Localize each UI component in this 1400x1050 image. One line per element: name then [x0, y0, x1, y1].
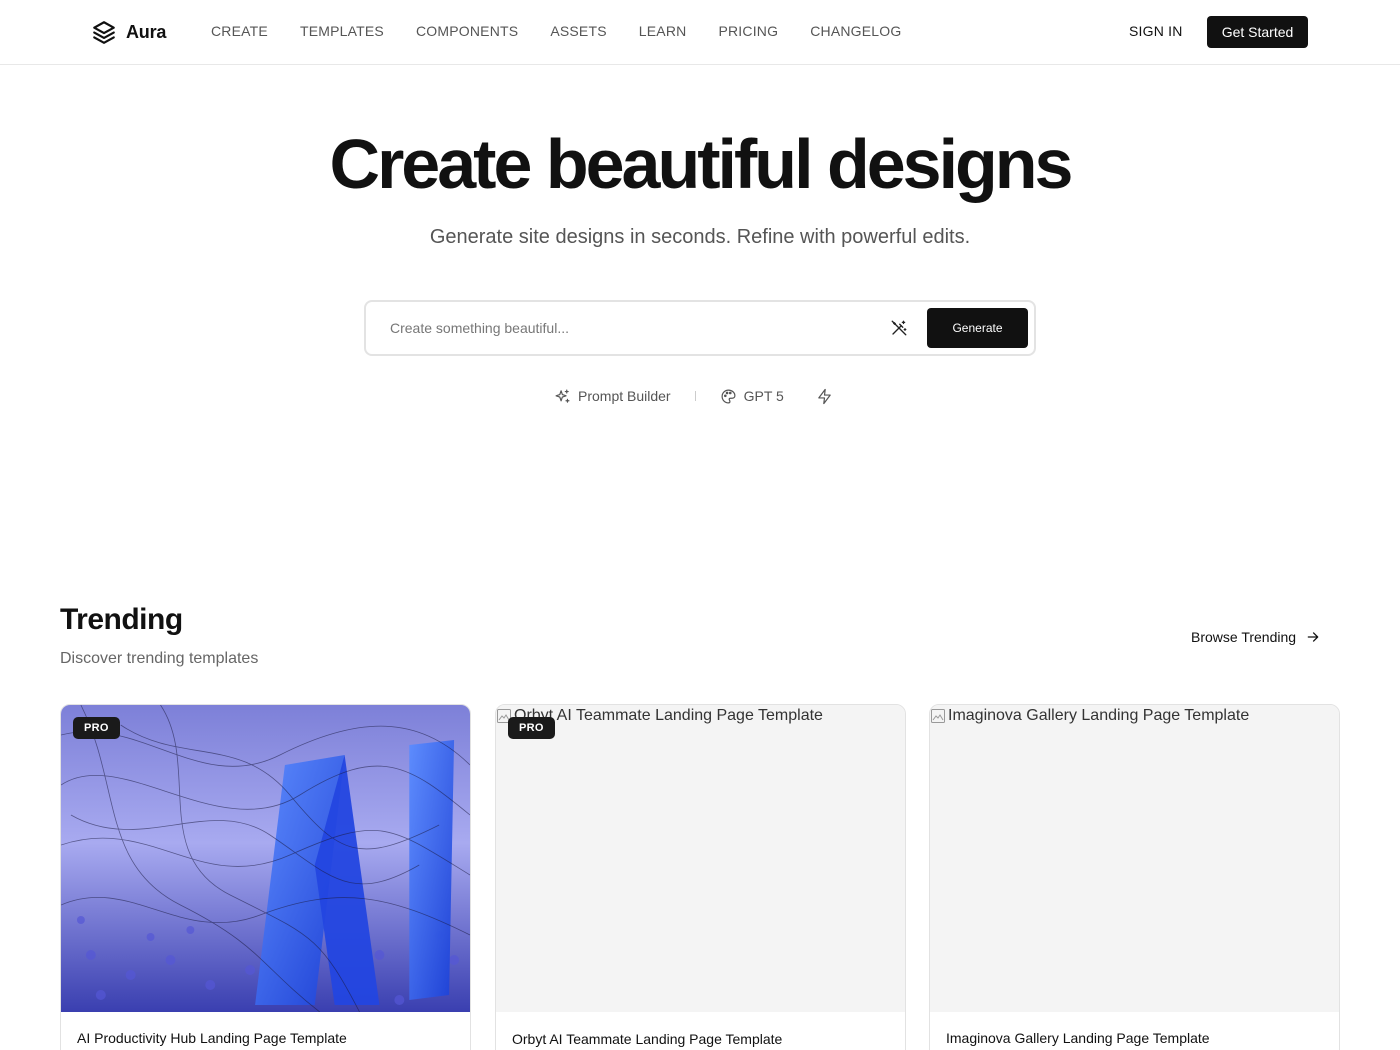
lightning-icon: [818, 388, 831, 404]
ai-artwork-image: [61, 705, 470, 1012]
browse-trending-label: Browse Trending: [1191, 629, 1297, 645]
image-alt-label: Orbyt AI Teammate Landing Page Template: [514, 707, 823, 724]
template-card[interactable]: Orbyt AI Teammate Landing Page Template …: [495, 704, 906, 1050]
browse-trending-link[interactable]: Browse Trending: [1191, 629, 1320, 645]
nav-assets[interactable]: ASSETS: [550, 23, 606, 39]
nav-templates[interactable]: TEMPLATES: [300, 23, 384, 39]
hero-title: Create beautiful designs: [329, 125, 1074, 203]
nav-changelog[interactable]: CHANGELOG: [810, 23, 901, 39]
template-card[interactable]: PRO AI Productivity Hub Landing Page Tem…: [60, 704, 471, 1050]
card-thumbnail: Orbyt AI Teammate Landing Page Template …: [496, 705, 905, 1012]
prompt-builder-button[interactable]: Prompt Builder: [554, 388, 671, 405]
layers-icon: [93, 21, 115, 44]
broken-image-icon: [931, 709, 945, 723]
logo[interactable]: Aura: [91, 19, 166, 45]
top-nav-bar: Aura CREATE TEMPLATES COMPONENTS ASSETS …: [0, 0, 1400, 65]
pro-badge: PRO: [73, 717, 120, 739]
sign-in-link[interactable]: SIGN IN: [1129, 23, 1183, 39]
nav-learn[interactable]: LEARN: [639, 23, 687, 39]
prompt-tools: Prompt Builder GPT 5: [554, 387, 833, 405]
generate-button[interactable]: Generate: [927, 308, 1028, 348]
get-started-button[interactable]: Get Started: [1207, 16, 1308, 48]
tool-separator: [694, 391, 696, 401]
card-thumbnail: Imaginova Gallery Landing Page Template: [930, 705, 1339, 1012]
card-title: Imaginova Gallery Landing Page Template: [946, 1030, 1210, 1046]
magic-wand-icon[interactable]: [890, 319, 908, 337]
sparkles-icon: [555, 389, 570, 403]
main-nav: CREATE TEMPLATES COMPONENTS ASSETS LEARN…: [211, 23, 901, 39]
trending-subtitle: Discover trending templates: [60, 650, 259, 667]
model-selector[interactable]: GPT 5: [720, 388, 784, 405]
card-title: AI Productivity Hub Landing Page Templat…: [77, 1030, 347, 1046]
model-label: GPT 5: [743, 388, 784, 404]
prompt-input[interactable]: [390, 316, 870, 340]
nav-pricing[interactable]: PRICING: [718, 23, 778, 39]
template-card[interactable]: Imaginova Gallery Landing Page Template …: [929, 704, 1340, 1050]
image-alt-text: Imaginova Gallery Landing Page Template: [930, 707, 1249, 725]
card-title: Orbyt AI Teammate Landing Page Template: [512, 1031, 783, 1047]
nav-create[interactable]: CREATE: [211, 23, 268, 39]
fast-mode-toggle[interactable]: [816, 388, 833, 405]
prompt-box: Generate: [364, 300, 1036, 356]
image-alt-label: Imaginova Gallery Landing Page Template: [948, 707, 1250, 724]
hero-subtitle: Generate site designs in seconds. Refine…: [429, 226, 971, 248]
pro-badge: PRO: [508, 717, 555, 739]
nav-components[interactable]: COMPONENTS: [416, 23, 518, 39]
trending-title: Trending: [60, 603, 183, 636]
arrow-right-icon: [1307, 632, 1319, 642]
prompt-builder-label: Prompt Builder: [578, 388, 671, 404]
palette-icon: [721, 389, 736, 403]
card-thumbnail: PRO: [61, 705, 470, 1012]
logo-text: Aura: [126, 21, 167, 42]
